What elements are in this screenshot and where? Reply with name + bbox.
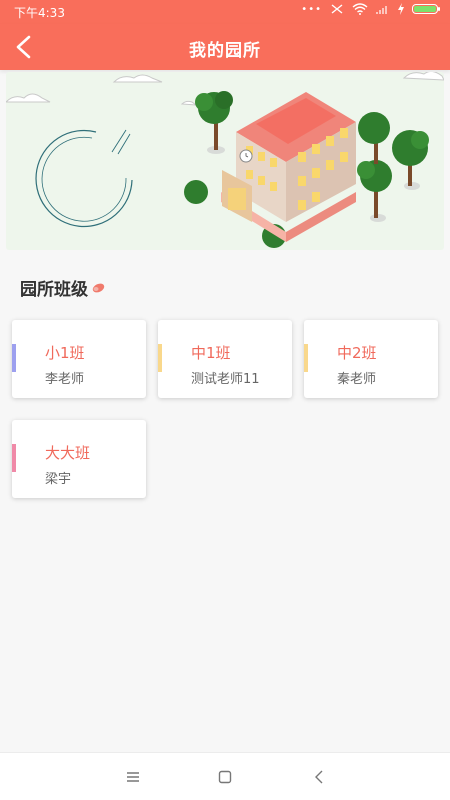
teacher-name: 测试老师11 [191, 372, 260, 387]
teacher-name: 李老师 [45, 372, 85, 387]
app-bar: 我的园所 [0, 24, 450, 70]
battery-icon [412, 4, 440, 14]
class-card[interactable]: 大大班 梁宇 [12, 420, 146, 498]
teacher-name: 梁宇 [45, 472, 72, 487]
pill-badge-icon [92, 283, 105, 292]
class-color-stripe [12, 444, 16, 472]
nav-back-button[interactable] [307, 767, 331, 787]
class-card[interactable]: 中2班 秦老师 [304, 320, 438, 398]
nav-menu-button[interactable] [121, 767, 145, 787]
signal-off-icon [331, 4, 343, 14]
menu-icon [127, 772, 139, 782]
battery-fill [414, 6, 436, 12]
charging-icon [398, 3, 404, 15]
page-title: 我的园所 [189, 41, 261, 61]
cell-signal-icon [376, 6, 387, 14]
class-name: 大大班 [45, 444, 91, 462]
class-color-stripe [12, 344, 16, 372]
class-card[interactable]: 中1班 测试老师11 [158, 320, 292, 398]
nav-home-button[interactable] [213, 767, 237, 787]
class-name: 中2班 [337, 344, 377, 362]
class-name: 中1班 [191, 344, 231, 362]
status-icons: ••• [301, 3, 440, 15]
wifi-icon [352, 3, 368, 15]
square-icon [218, 770, 232, 784]
kindergarten-banner [6, 72, 444, 250]
class-card[interactable]: 小1班 李老师 [12, 320, 146, 398]
section-title-text: 园所班级 [20, 280, 88, 300]
status-time: 下午4:33 [14, 6, 65, 20]
system-nav-bar [0, 752, 450, 800]
more-dots-icon: ••• [301, 3, 322, 15]
back-icon [315, 770, 323, 784]
class-color-stripe [158, 344, 162, 372]
kindergarten-illustration [6, 72, 444, 248]
class-name: 小1班 [45, 344, 85, 362]
section-title: 园所班级 [20, 275, 105, 300]
class-color-stripe [304, 344, 308, 372]
status-bar: 下午4:33 ••• [0, 0, 450, 24]
teacher-name: 秦老师 [337, 372, 377, 387]
